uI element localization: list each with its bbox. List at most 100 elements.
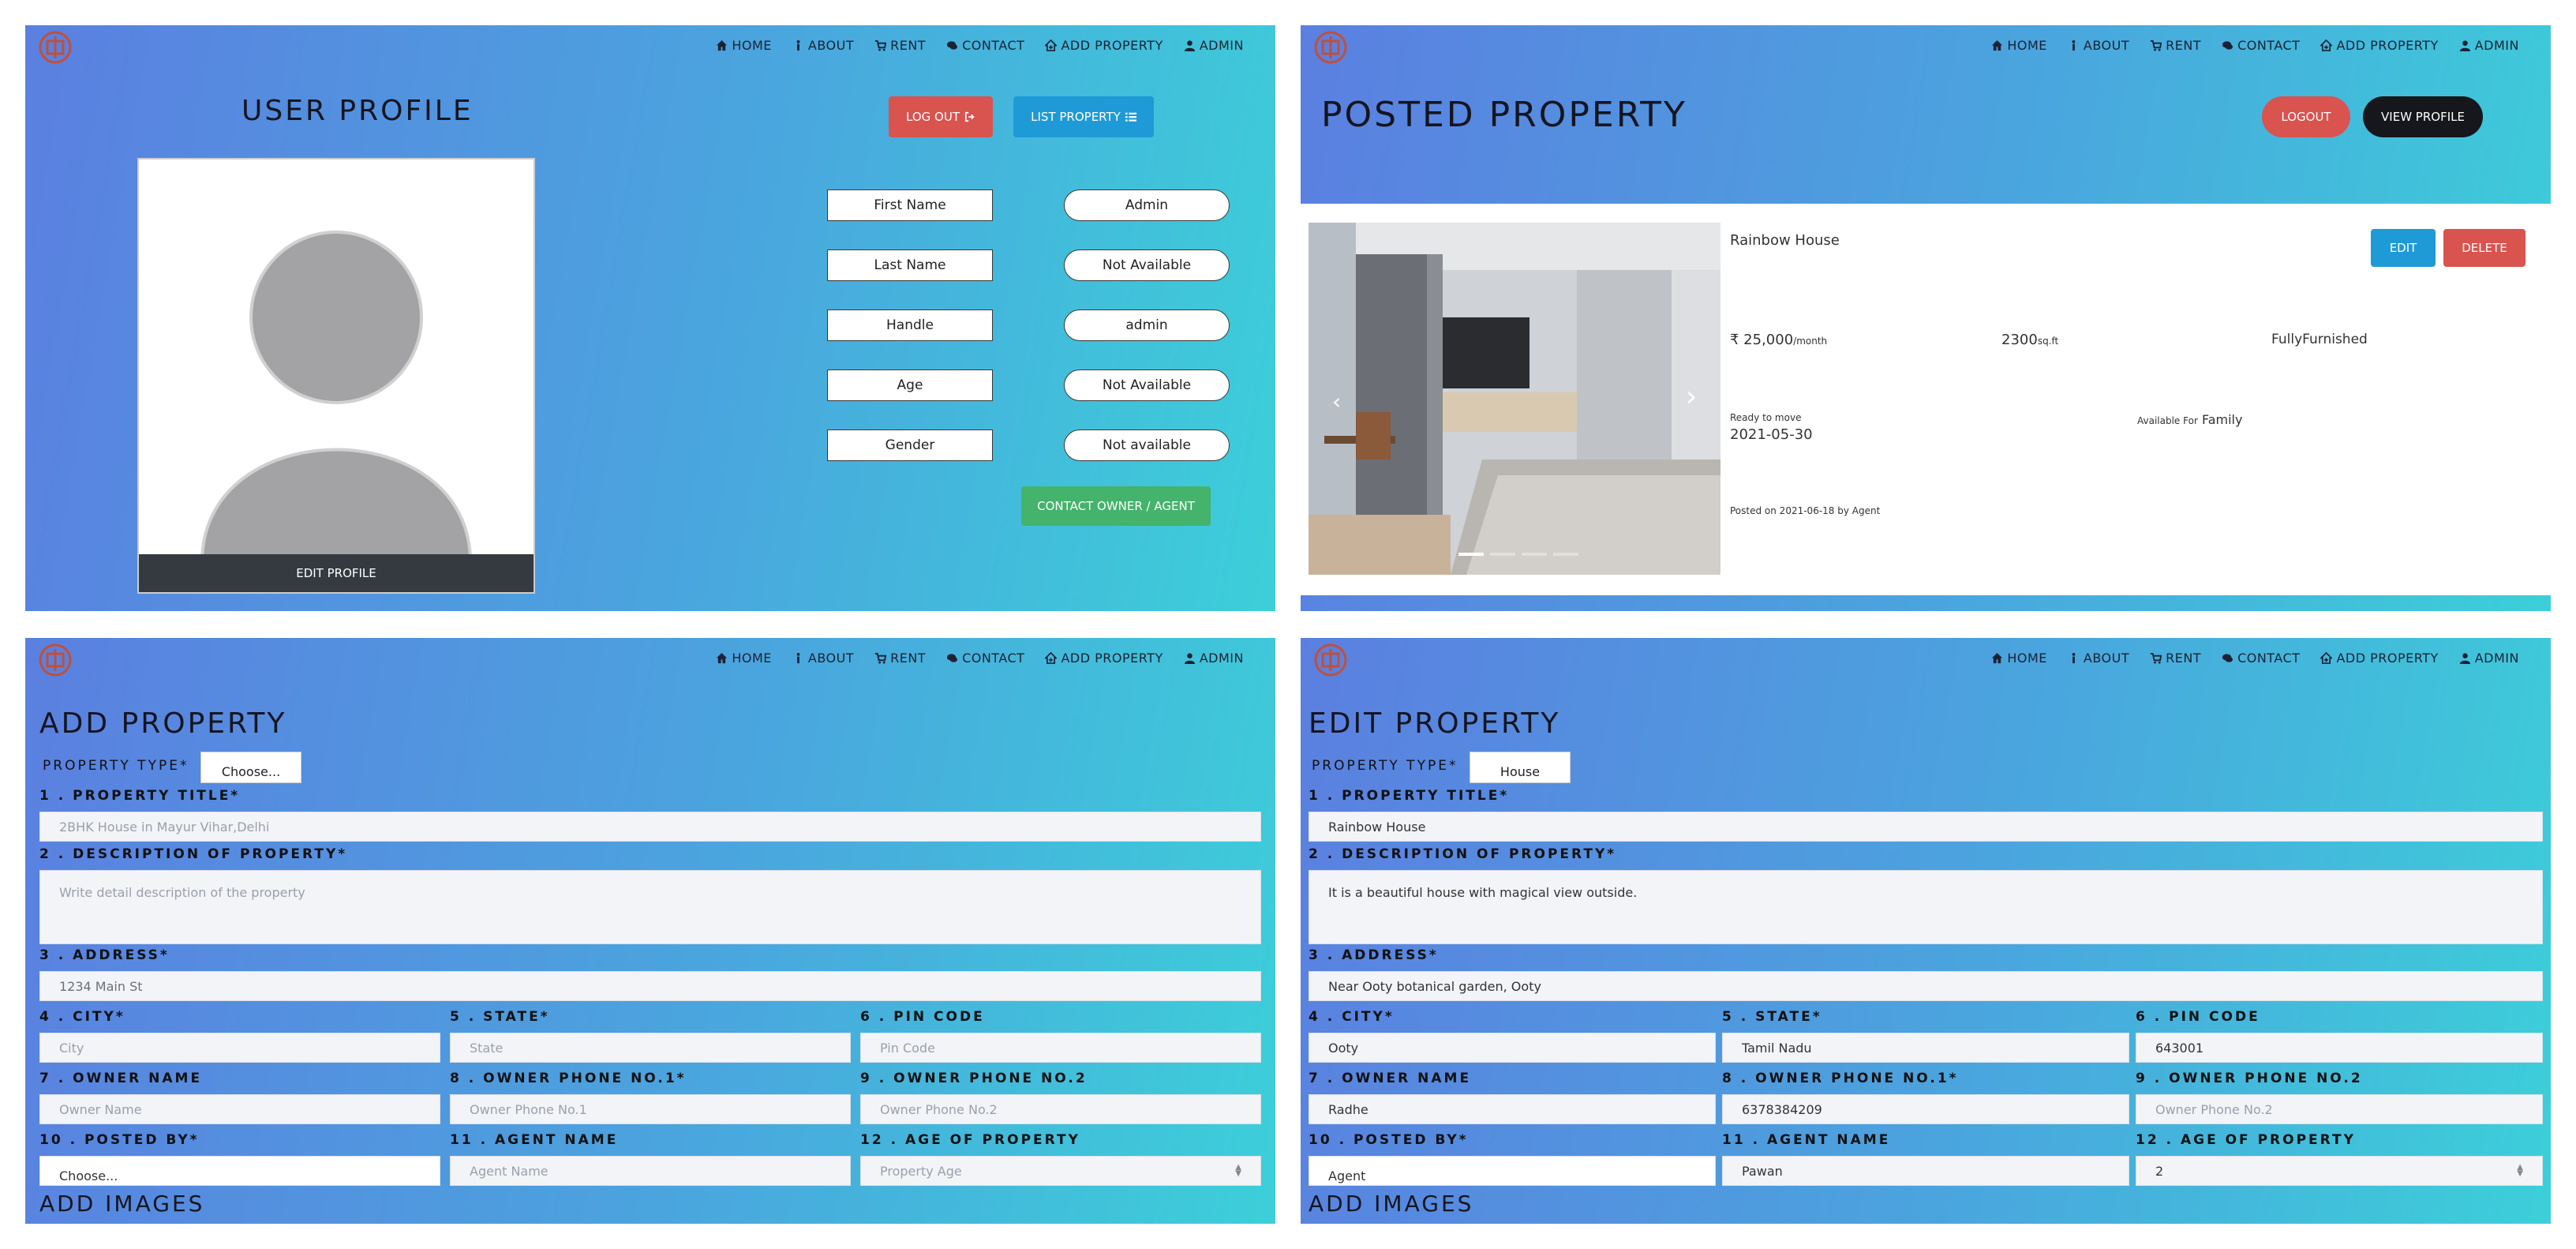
list-property-button[interactable]: LIST PROPERTY — [1013, 96, 1154, 137]
add-images-title: ADD IMAGES — [1309, 1191, 1474, 1217]
owner-phone1-input[interactable]: Owner Phone No.1 — [450, 1094, 851, 1124]
pin-code-label: 6 . PIN CODE — [2136, 1009, 2260, 1025]
view-profile-button[interactable]: VIEW PROFILE — [2363, 96, 2483, 137]
owner-name-input[interactable]: Owner Name — [39, 1094, 440, 1124]
nav-contact[interactable]: CONTACT — [2222, 38, 2300, 53]
state-label: 5 . STATE* — [1722, 1009, 1822, 1025]
contact-owner-button[interactable]: CONTACT OWNER / AGENT — [1021, 486, 1211, 526]
logout-button[interactable]: LOGOUT — [2262, 96, 2350, 137]
nav-add-property[interactable]: ADD PROPERTY — [2320, 38, 2438, 53]
nav-home[interactable]: HOME — [716, 651, 772, 666]
nav-about[interactable]: ABOUT — [792, 38, 854, 53]
description-textarea[interactable]: Write detail description of the property — [39, 870, 1261, 944]
gender-label: Gender — [827, 429, 993, 461]
nav-add-property[interactable]: ADD PROPERTY — [1045, 38, 1163, 53]
number-spinner-icon[interactable]: ▲ ▼ — [1235, 1164, 1241, 1178]
address-input[interactable]: Near Ooty botanical garden, Ooty — [1309, 971, 2543, 1001]
nav-rent[interactable]: RENT — [874, 651, 926, 666]
nav-home[interactable]: HOME — [1991, 38, 2047, 53]
nav-home[interactable]: HOME — [1991, 651, 2047, 666]
city-input[interactable]: Ooty — [1309, 1033, 1716, 1063]
avatar-card: EDIT PROFILE — [137, 158, 535, 594]
nav-contact[interactable]: CONTACT — [2222, 651, 2300, 666]
age-label: Age — [827, 369, 993, 401]
nav-rent[interactable]: RENT — [2150, 651, 2201, 666]
house-plus-icon — [2320, 652, 2333, 664]
owner-name-input[interactable]: Radhe — [1309, 1094, 1716, 1124]
logo-icon[interactable] — [1313, 643, 1348, 677]
cart-icon — [875, 39, 887, 51]
nav-about[interactable]: ABOUT — [2068, 651, 2129, 666]
property-title-input[interactable]: Rainbow House — [1309, 812, 2543, 842]
state-input[interactable]: State — [450, 1033, 851, 1063]
agent-name-label: 11 . AGENT NAME — [1722, 1132, 1891, 1148]
property-type-select[interactable]: House — [1470, 752, 1571, 783]
owner-phone2-input[interactable]: Owner Phone No.2 — [860, 1094, 1261, 1124]
logout-button[interactable]: LOG OUT — [889, 96, 993, 137]
delete-button[interactable]: DELETE — [2443, 229, 2525, 267]
nav-add-property[interactable]: ADD PROPERTY — [2320, 651, 2438, 666]
first-name-value: Admin — [1064, 189, 1230, 221]
nav-about[interactable]: ABOUT — [2068, 38, 2129, 53]
address-input[interactable]: 1234 Main St — [39, 971, 1261, 1001]
nav-admin[interactable]: ADMIN — [2459, 651, 2519, 666]
info-icon — [2072, 652, 2076, 664]
state-input[interactable]: Tamil Nadu — [1722, 1033, 2129, 1063]
edit-profile-button[interactable]: EDIT PROFILE — [139, 554, 534, 592]
nav-rent[interactable]: RENT — [2150, 38, 2201, 53]
user-icon — [1184, 653, 1195, 664]
nav-admin[interactable]: ADMIN — [2459, 38, 2519, 53]
pin-code-input[interactable]: Pin Code — [860, 1033, 1261, 1063]
owner-phone2-label: 9 . OWNER PHONE NO.2 — [2136, 1071, 2363, 1086]
navbar: HOME ABOUT RENT CONTACT ADD PROPERTY ADM… — [716, 651, 1244, 666]
house-plus-icon — [1045, 652, 1058, 664]
avatar-placeholder-icon — [200, 231, 472, 554]
property-title-label: 1 . PROPERTY TITLE* — [39, 788, 241, 804]
property-title-input[interactable]: 2BHK House in Mayur Vihar,Delhi — [39, 812, 1261, 842]
chat-icon — [947, 654, 958, 662]
carousel-prev-icon[interactable]: ‹ — [1332, 388, 1341, 414]
address-label: 3 . ADDRESS* — [39, 947, 170, 963]
pin-code-input[interactable]: 643001 — [2136, 1033, 2543, 1063]
posted-by-select[interactable]: Choose... — [39, 1156, 440, 1186]
user-icon — [2459, 40, 2470, 51]
carousel-next-icon[interactable]: › — [1686, 381, 1697, 413]
available-for: Available For Family — [2137, 412, 2243, 427]
edit-button[interactable]: EDIT — [2371, 229, 2436, 267]
logo-icon[interactable] — [38, 30, 73, 65]
property-image-carousel[interactable]: ‹ › — [1309, 223, 1720, 575]
add-property-panel: HOME ABOUT RENT CONTACT ADD PROPERTY ADM… — [25, 638, 1275, 1224]
nav-admin[interactable]: ADMIN — [1184, 651, 1244, 666]
property-age-input[interactable]: Property Age ▲ ▼ — [860, 1156, 1261, 1186]
nav-about[interactable]: ABOUT — [792, 651, 854, 666]
logo-icon[interactable] — [1313, 30, 1348, 65]
owner-name-label: 7 . OWNER NAME — [1309, 1071, 1472, 1086]
nav-contact[interactable]: CONTACT — [946, 38, 1024, 53]
number-spinner-icon[interactable]: ▲ ▼ — [2517, 1164, 2523, 1178]
city-input[interactable]: City — [39, 1033, 440, 1063]
home-icon — [717, 652, 728, 664]
chat-icon — [947, 41, 958, 50]
property-age-input[interactable]: 2 ▲ ▼ — [2136, 1156, 2543, 1186]
agent-name-input[interactable]: Pawan — [1722, 1156, 2129, 1186]
owner-phone2-input[interactable]: Owner Phone No.2 — [2136, 1094, 2543, 1124]
nav-add-property[interactable]: ADD PROPERTY — [1045, 651, 1163, 666]
page-title: EDIT PROPERTY — [1309, 707, 1561, 740]
nav-admin[interactable]: ADMIN — [1184, 38, 1244, 53]
description-textarea[interactable]: It is a beautiful house with magical vie… — [1309, 870, 2543, 944]
last-name-value: Not Available — [1064, 249, 1230, 281]
info-icon — [2072, 39, 2076, 51]
logo-icon[interactable] — [38, 643, 73, 677]
info-icon — [796, 652, 800, 664]
nav-contact[interactable]: CONTACT — [946, 651, 1024, 666]
agent-name-input[interactable]: Agent Name — [450, 1156, 851, 1186]
owner-phone1-input[interactable]: 6378384209 — [1722, 1094, 2129, 1124]
bedroom-photo — [1309, 223, 1720, 575]
posted-by-select[interactable]: Agent — [1309, 1156, 1716, 1186]
nav-home[interactable]: HOME — [716, 38, 772, 53]
nav-rent[interactable]: RENT — [874, 38, 926, 53]
info-icon — [796, 39, 800, 51]
posted-property-panel: HOME ABOUT RENT CONTACT ADD PROPERTY ADM… — [1301, 25, 2551, 611]
property-type-select[interactable]: Choose... — [200, 752, 301, 783]
posted-by-label: 10 . POSTED BY* — [39, 1132, 200, 1148]
